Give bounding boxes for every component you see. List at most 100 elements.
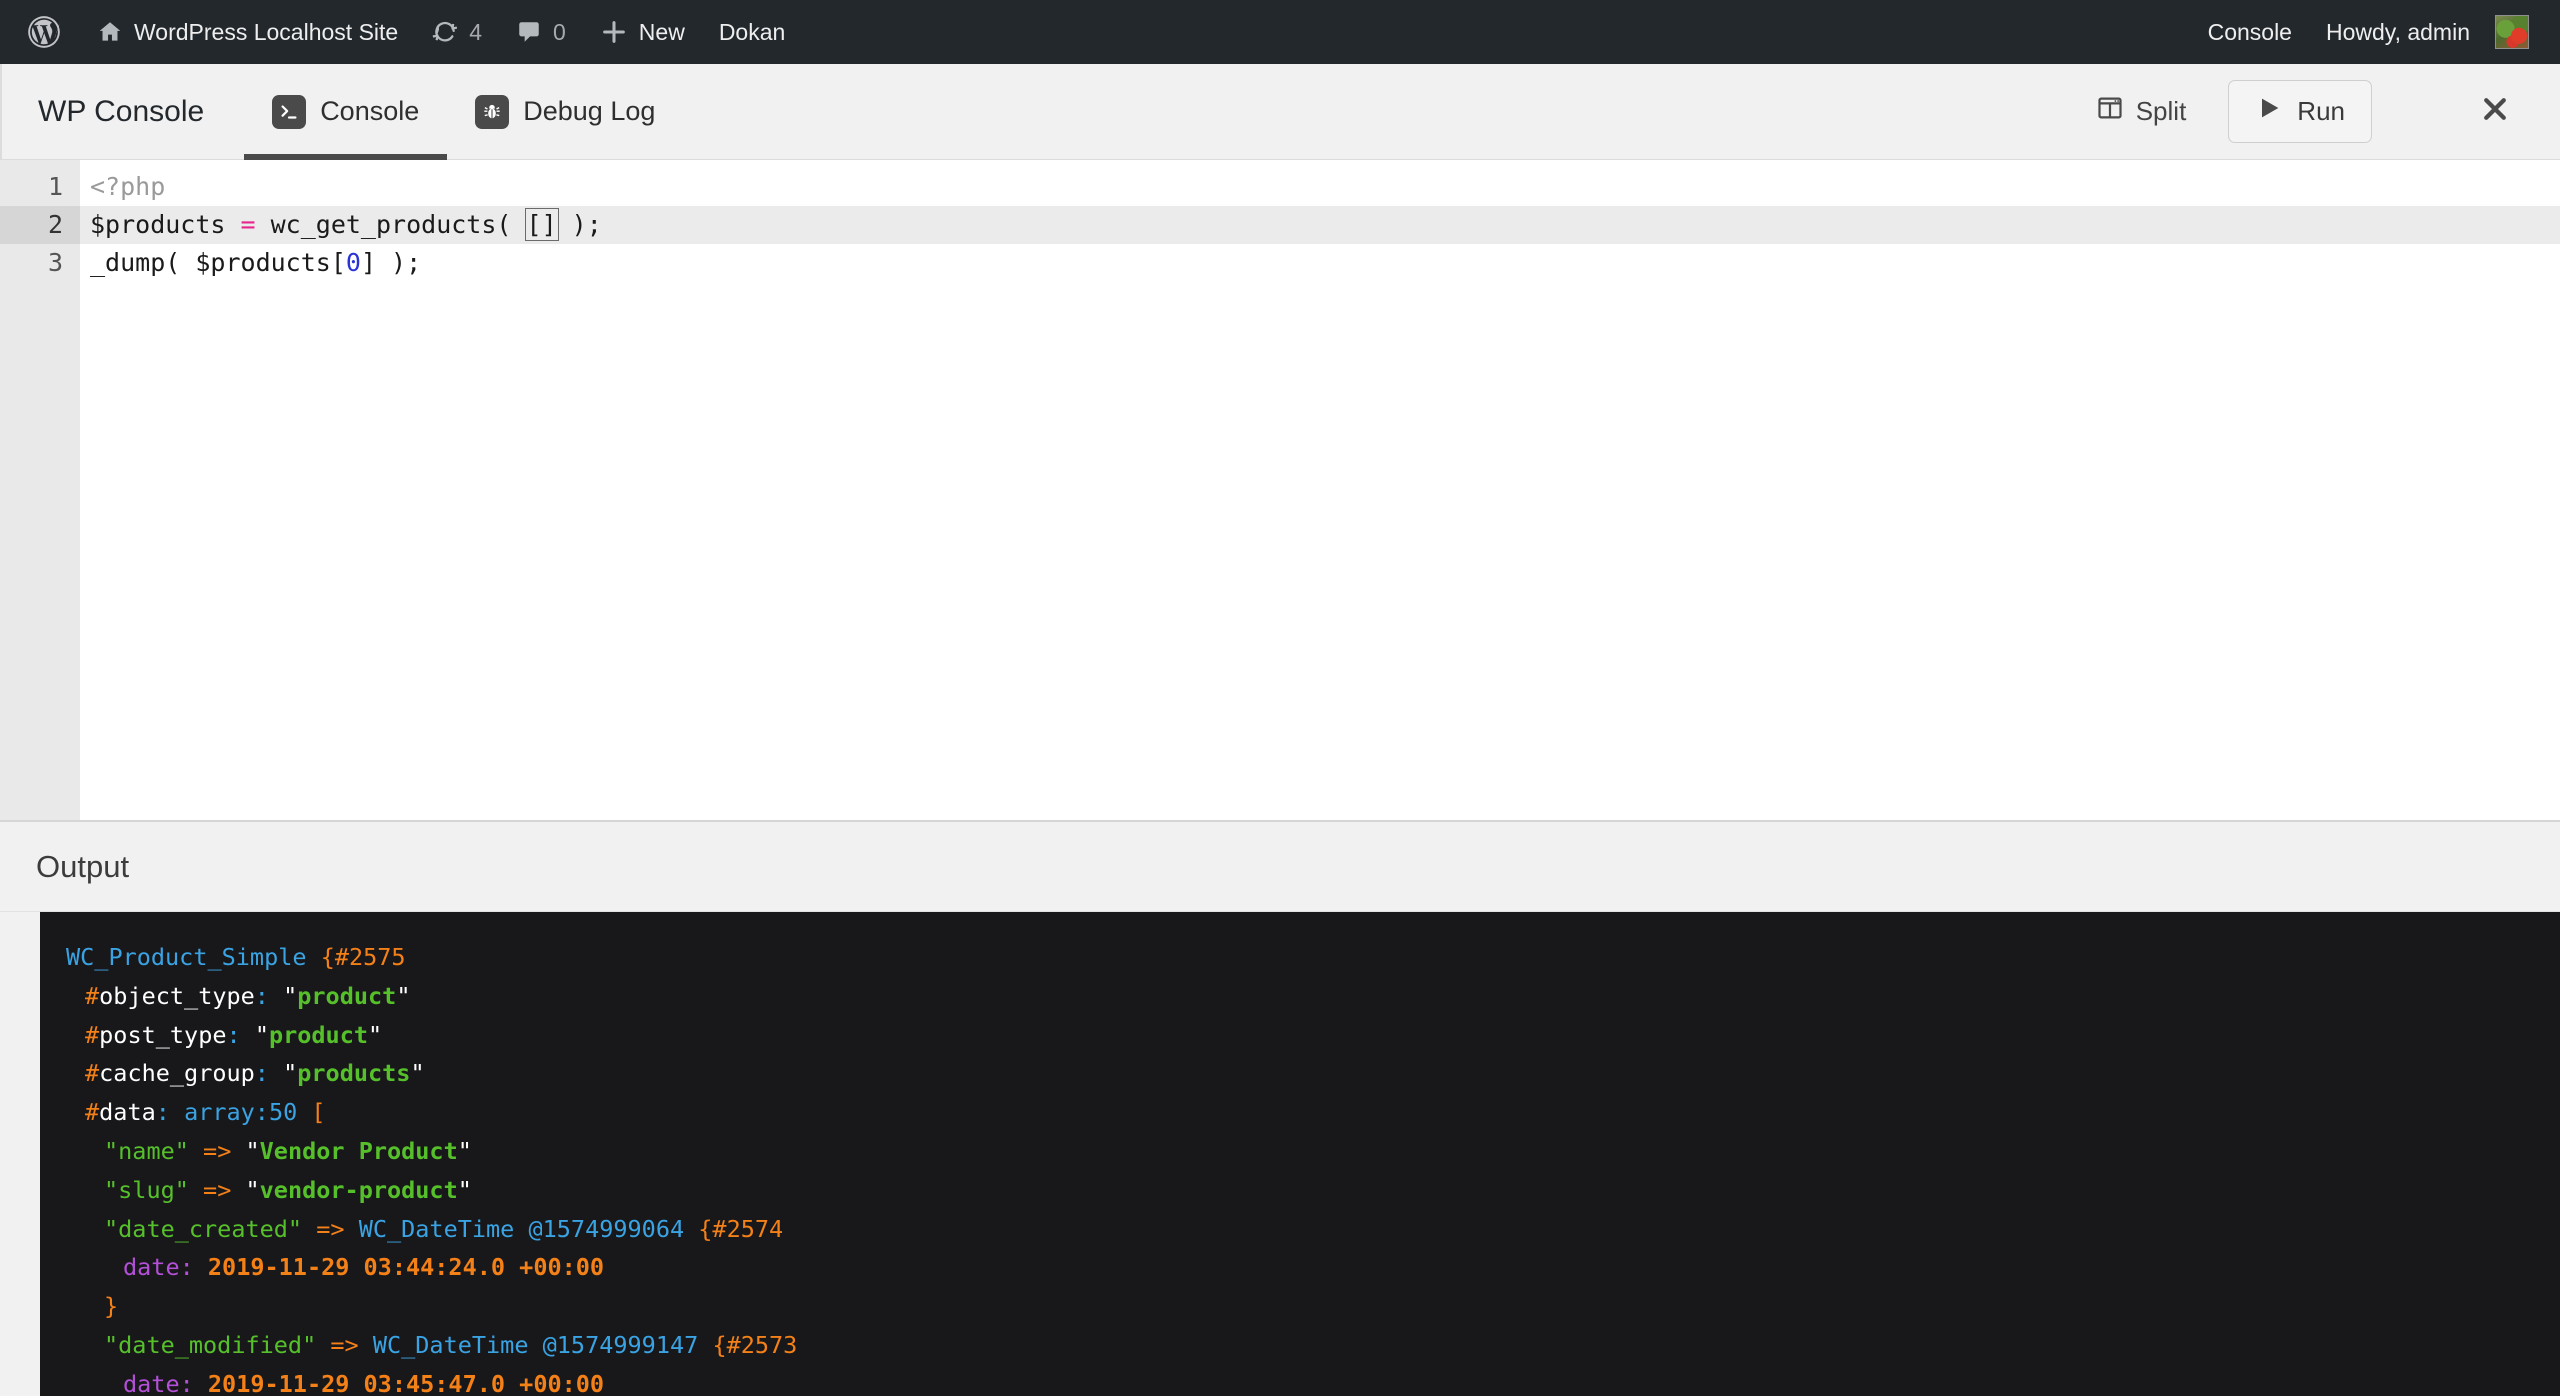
line-number-gutter: 1 2 3 — [0, 160, 80, 820]
dump-token — [194, 1253, 208, 1281]
dump-token: "name" — [104, 1136, 189, 1165]
dump-token: cache_group — [99, 1059, 255, 1088]
line-number: 1 — [47, 172, 63, 201]
dump-token — [528, 1331, 542, 1359]
dump-line: date: 2019-11-29 03:45:47.0 +00:00 — [66, 1365, 2560, 1396]
dump-token: date: — [123, 1253, 194, 1282]
dump-token: : — [226, 1020, 241, 1049]
dump-token: " — [254, 1020, 269, 1049]
dump-token: products — [297, 1059, 411, 1088]
code-token: 0 — [345, 248, 361, 277]
admin-bar-right-group: Console Howdy, admin — [2191, 0, 2560, 64]
dump-token: " — [283, 1059, 298, 1088]
dump-line: } — [66, 1287, 2560, 1326]
console-admin-bar-link[interactable]: Console — [2191, 0, 2309, 64]
tab-debug-log[interactable]: Debug Log — [447, 64, 683, 160]
site-name-label: WordPress Localhost Site — [134, 18, 399, 45]
admin-bar-left-group: WordPress Localhost Site 4 0 New Dokan — [0, 0, 802, 64]
play-icon — [2255, 94, 2283, 129]
code-line[interactable]: $products = wc_get_products( [] ); — [80, 206, 2560, 244]
wp-admin-bar: WordPress Localhost Site 4 0 New Dokan C… — [0, 0, 2560, 64]
code-token: ] ); — [360, 248, 422, 277]
dump-line: #object_type: "product" — [66, 977, 2560, 1016]
output-header: Output — [0, 822, 2560, 912]
dump-line: "date_created" => WC_DateTime @157499906… — [66, 1210, 2560, 1249]
dump-token: " — [245, 1175, 260, 1204]
my-account-menu[interactable]: Howdy, admin — [2309, 0, 2546, 64]
dump-token: # — [85, 1098, 100, 1127]
dump-line: "name" => "Vendor Product" — [66, 1132, 2560, 1171]
dump-token — [231, 1137, 245, 1165]
dump-token: # — [85, 1059, 100, 1088]
code-line[interactable]: _dump( $products[0] ); — [80, 244, 2560, 282]
updates-count: 4 — [469, 18, 482, 45]
console-tabs: Console Debug Log — [244, 64, 683, 160]
dokan-menu[interactable]: Dokan — [702, 0, 802, 64]
close-button[interactable] — [2464, 89, 2526, 135]
dump-token: "date_modified" — [104, 1330, 317, 1359]
code-token: = — [240, 210, 256, 239]
wp-logo-button[interactable] — [8, 0, 80, 64]
split-pane-icon — [2096, 94, 2124, 129]
code-line[interactable]: <?php — [80, 168, 2560, 206]
dump-token — [302, 1215, 316, 1243]
wp-console-header: WP Console Console Debug Log Split Run — [0, 64, 2560, 160]
line-number: 3 — [47, 248, 63, 277]
site-name-menu[interactable]: WordPress Localhost Site — [80, 0, 415, 64]
dump-token — [194, 1370, 208, 1396]
dump-token: "slug" — [104, 1175, 189, 1204]
code-area[interactable]: <?php $products = wc_get_products( [] ); _… — [80, 160, 2560, 820]
dump-line: "date_modified" => WC_DateTime @15749991… — [66, 1326, 2560, 1365]
code-token: wc_get_products( — [255, 210, 527, 239]
dump-token: date: — [123, 1369, 194, 1396]
dump-token: WC_Product_Simple — [66, 943, 307, 971]
dump-token: @1574999064 — [528, 1214, 685, 1243]
dump-token — [231, 1176, 245, 1204]
dump-token: {#2575 — [320, 943, 406, 971]
dump-line: #data: array:50 [ — [66, 1093, 2560, 1132]
dump-line: #cache_group: "products" — [66, 1054, 2560, 1093]
new-content-menu[interactable]: New — [583, 0, 702, 64]
howdy-label: Howdy, admin — [2325, 18, 2470, 45]
output-body: WC_Product_Simple {#2575 #object_type: "p… — [0, 912, 2560, 1396]
split-button-label: Split — [2135, 96, 2187, 126]
updates-menu[interactable]: 4 — [415, 0, 499, 64]
dump-token: => — [203, 1175, 232, 1204]
comments-menu[interactable]: 0 — [499, 0, 583, 64]
new-content-label: New — [638, 18, 685, 45]
dokan-label: Dokan — [718, 18, 786, 45]
dump-token: {#2573 — [712, 1330, 798, 1359]
split-button[interactable]: Split — [2080, 84, 2203, 139]
bug-icon — [475, 94, 510, 129]
dump-token — [684, 1215, 698, 1243]
tab-debug-log-label: Debug Log — [523, 96, 656, 126]
code-token: <?php — [90, 172, 166, 201]
dump-token: product — [297, 981, 397, 1010]
dump-token: # — [85, 981, 100, 1010]
dump-token — [359, 1331, 373, 1359]
dump-token: array:50 — [184, 1098, 298, 1127]
dump-token: : — [254, 981, 269, 1010]
dump-token: => — [330, 1330, 359, 1359]
tab-console[interactable]: Console — [244, 64, 448, 160]
dump-token: " — [457, 1136, 472, 1165]
close-icon — [2480, 91, 2510, 133]
run-button[interactable]: Run — [2228, 80, 2372, 143]
dump-token: " — [410, 1059, 425, 1088]
code-editor[interactable]: 1 2 3 <?php $products = wc_get_products( []… — [0, 160, 2560, 822]
dump-token — [297, 1098, 311, 1126]
dump-token: product — [268, 1020, 369, 1049]
terminal-icon — [272, 94, 307, 129]
dump-token: " — [368, 1020, 383, 1049]
output-title: Output — [36, 848, 130, 884]
page-title: WP Console — [38, 94, 205, 128]
dump-token — [170, 1098, 184, 1126]
dump-token: # — [85, 1020, 100, 1049]
dump-token: data — [99, 1098, 156, 1127]
line-number: 2 — [0, 206, 80, 244]
dump-token — [269, 1059, 283, 1087]
dump-token: " — [245, 1136, 260, 1165]
dump-token: vendor-product — [259, 1175, 458, 1204]
dump-token: @1574999147 — [542, 1330, 699, 1359]
dump-token — [241, 1021, 255, 1049]
